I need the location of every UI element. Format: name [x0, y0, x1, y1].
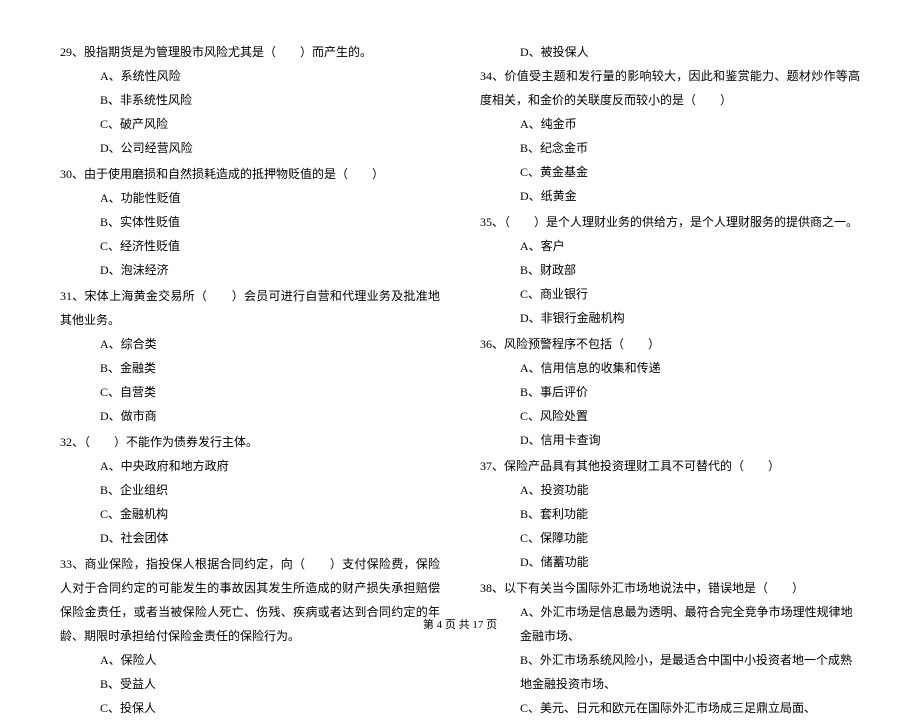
q32-opt-c: C、金融机构 — [60, 502, 440, 526]
q35-opt-c: C、商业银行 — [480, 282, 860, 306]
q31-opt-d: D、做市商 — [60, 404, 440, 428]
question-33: 33、商业保险，指投保人根据合同约定，向（ ）支付保险费，保险人对于合同约定的可… — [60, 552, 440, 720]
q34-opt-c: C、黄金基金 — [480, 160, 860, 184]
q30-opt-d: D、泡沫经济 — [60, 258, 440, 282]
q33-opt-b: B、受益人 — [60, 672, 440, 696]
q33-opt-c: C、投保人 — [60, 696, 440, 720]
question-29: 29、股指期货是为管理股市风险尤其是（ ）而产生的。 A、系统性风险 B、非系统… — [60, 40, 440, 160]
question-31: 31、宋体上海黄金交易所（ ）会员可进行自营和代理业务及批准地其他业务。 A、综… — [60, 284, 440, 428]
question-32: 32、（ ）不能作为债券发行主体。 A、中央政府和地方政府 B、企业组织 C、金… — [60, 430, 440, 550]
q30-stem: 30、由于使用磨损和自然损耗造成的抵押物贬值的是（ ） — [60, 162, 440, 186]
question-30: 30、由于使用磨损和自然损耗造成的抵押物贬值的是（ ） A、功能性贬值 B、实体… — [60, 162, 440, 282]
q35-opt-a: A、客户 — [480, 234, 860, 258]
q36-opt-a: A、信用信息的收集和传递 — [480, 356, 860, 380]
q32-opt-d: D、社会团体 — [60, 526, 440, 550]
q34-opt-b: B、纪念金币 — [480, 136, 860, 160]
q37-opt-d: D、储蓄功能 — [480, 550, 860, 574]
question-36: 36、风险预警程序不包括（ ） A、信用信息的收集和传递 B、事后评价 C、风险… — [480, 332, 860, 452]
question-34: 34、价值受主题和发行量的影响较大，因此和鉴赏能力、题材炒作等高度相关，和金价的… — [480, 64, 860, 208]
q32-stem: 32、（ ）不能作为债券发行主体。 — [60, 430, 440, 454]
q30-opt-c: C、经济性贬值 — [60, 234, 440, 258]
q31-opt-c: C、自营类 — [60, 380, 440, 404]
q34-opt-a: A、纯金币 — [480, 112, 860, 136]
q35-stem: 35、（ ）是个人理财业务的供给方，是个人理财服务的提供商之一。 — [480, 210, 860, 234]
q35-opt-b: B、财政部 — [480, 258, 860, 282]
q32-opt-b: B、企业组织 — [60, 478, 440, 502]
q32-opt-a: A、中央政府和地方政府 — [60, 454, 440, 478]
q37-opt-c: C、保障功能 — [480, 526, 860, 550]
q38-opt-b: B、外汇市场系统风险小，是最适合中国中小投资者地一个成熟地金融投资市场、 — [480, 648, 860, 696]
q29-opt-a: A、系统性风险 — [60, 64, 440, 88]
q38-opt-c: C、美元、日元和欧元在国际外汇市场成三足鼎立局面、 — [480, 696, 860, 720]
q34-opt-d: D、纸黄金 — [480, 184, 860, 208]
q35-opt-d: D、非银行金融机构 — [480, 306, 860, 330]
q37-stem: 37、保险产品具有其他投资理财工具不可替代的（ ） — [480, 454, 860, 478]
q38-stem: 38、以下有关当今国际外汇市场地说法中，错误地是（ ） — [480, 576, 860, 600]
q29-opt-c: C、破产风险 — [60, 112, 440, 136]
q31-opt-a: A、综合类 — [60, 332, 440, 356]
q31-stem: 31、宋体上海黄金交易所（ ）会员可进行自营和代理业务及批准地其他业务。 — [60, 284, 440, 332]
page-body: 29、股指期货是为管理股市风险尤其是（ ）而产生的。 A、系统性风险 B、非系统… — [0, 0, 920, 722]
q37-opt-b: B、套利功能 — [480, 502, 860, 526]
question-38: 38、以下有关当今国际外汇市场地说法中，错误地是（ ） A、外汇市场是信息最为透… — [480, 576, 860, 720]
q36-opt-c: C、风险处置 — [480, 404, 860, 428]
page-footer: 第 4 页 共 17 页 — [0, 616, 920, 632]
q37-opt-a: A、投资功能 — [480, 478, 860, 502]
q29-opt-b: B、非系统性风险 — [60, 88, 440, 112]
q29-stem: 29、股指期货是为管理股市风险尤其是（ ）而产生的。 — [60, 40, 440, 64]
q34-stem: 34、价值受主题和发行量的影响较大，因此和鉴赏能力、题材炒作等高度相关，和金价的… — [480, 64, 860, 112]
q30-opt-a: A、功能性贬值 — [60, 186, 440, 210]
q33-opt-d: D、被投保人 — [480, 40, 860, 64]
q29-opt-d: D、公司经营风险 — [60, 136, 440, 160]
question-35: 35、（ ）是个人理财业务的供给方，是个人理财服务的提供商之一。 A、客户 B、… — [480, 210, 860, 330]
q36-stem: 36、风险预警程序不包括（ ） — [480, 332, 860, 356]
question-37: 37、保险产品具有其他投资理财工具不可替代的（ ） A、投资功能 B、套利功能 … — [480, 454, 860, 574]
q36-opt-b: B、事后评价 — [480, 380, 860, 404]
q33-opt-a: A、保险人 — [60, 648, 440, 672]
q36-opt-d: D、信用卡查询 — [480, 428, 860, 452]
q33-stem: 33、商业保险，指投保人根据合同约定，向（ ）支付保险费，保险人对于合同约定的可… — [60, 552, 440, 648]
q30-opt-b: B、实体性贬值 — [60, 210, 440, 234]
q31-opt-b: B、金融类 — [60, 356, 440, 380]
